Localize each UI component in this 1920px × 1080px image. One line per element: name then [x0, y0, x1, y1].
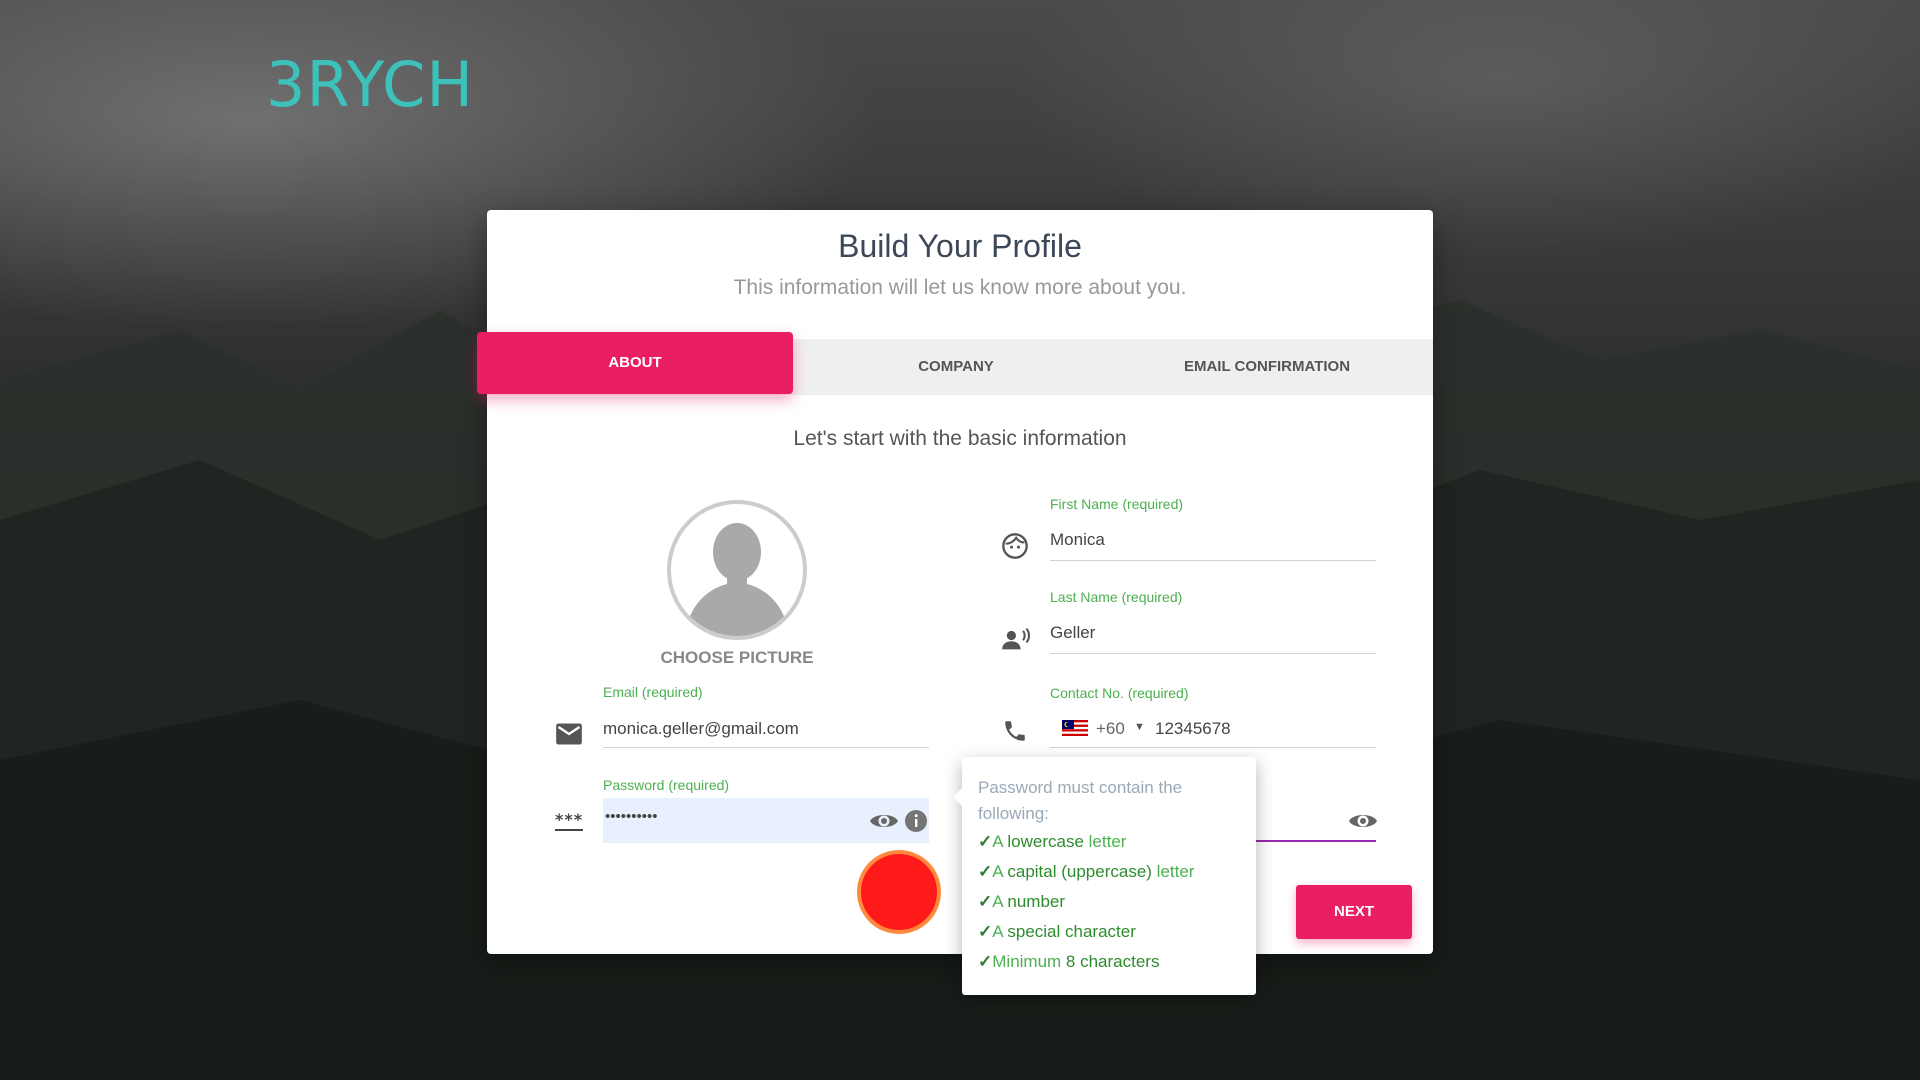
country-code-select[interactable]: +60	[1096, 719, 1125, 739]
contact-number-input[interactable]: 12345678	[1155, 719, 1231, 739]
tab-email-confirmation[interactable]: EMAIL CONFIRMATION	[1109, 339, 1425, 395]
tooltip-title: Password must contain the following:	[978, 778, 1183, 823]
first-name-label: First Name (required)	[1050, 496, 1184, 512]
email-underline	[603, 747, 929, 748]
requirement-uppercase: ✓A capital (uppercase) letter	[978, 862, 1195, 881]
last-name-input[interactable]: Geller	[1050, 623, 1095, 643]
wizard-tabs: ABOUT COMPANY EMAIL CONFIRMATION	[477, 332, 1433, 395]
tab-about[interactable]: ABOUT	[477, 332, 793, 394]
password-field[interactable]: ••••••••••	[603, 798, 929, 843]
brand-logo[interactable]: 3RYCH	[266, 50, 474, 120]
password-label: Password (required)	[603, 777, 730, 793]
next-button[interactable]: NEXT	[1296, 885, 1412, 939]
password-requirements-tooltip: Password must contain the following: ✓A …	[953, 757, 1256, 995]
face-icon	[1001, 532, 1029, 565]
check-icon: ✓	[978, 862, 993, 881]
check-icon: ✓	[978, 892, 993, 911]
person-silhouette-icon	[685, 523, 789, 636]
check-icon: ✓	[978, 832, 993, 851]
email-label: Email (required)	[603, 684, 703, 700]
password-icon: ***	[553, 810, 585, 839]
choose-picture-button[interactable]: CHOOSE PICTURE	[617, 648, 857, 668]
requirement-special-character: ✓A special character	[978, 922, 1136, 941]
tab-company[interactable]: COMPANY	[803, 339, 1109, 395]
cursor-click-indicator	[857, 850, 941, 934]
avatar[interactable]	[667, 500, 807, 640]
page-subtitle: This information will let us know more a…	[733, 276, 1187, 299]
eye-icon[interactable]	[869, 810, 899, 837]
svg-text:***: ***	[555, 812, 583, 829]
requirement-number: ✓A number	[978, 892, 1066, 911]
eye-icon[interactable]	[1348, 810, 1378, 837]
info-icon[interactable]	[904, 809, 928, 838]
check-icon: ✓	[978, 952, 993, 971]
last-name-label: Last Name (required)	[1050, 589, 1183, 605]
check-icon: ✓	[978, 922, 993, 941]
phone-icon	[1002, 718, 1028, 749]
tooltip-arrow	[953, 787, 963, 807]
page-title: Build Your Profile	[838, 228, 1082, 264]
requirement-lowercase: ✓A lowercase letter	[978, 832, 1127, 851]
last-name-underline	[1050, 653, 1376, 654]
malaysia-flag-icon[interactable]	[1062, 720, 1088, 741]
email-input[interactable]: monica.geller@gmail.com	[603, 719, 799, 739]
first-name-underline	[1050, 560, 1376, 561]
mail-icon	[555, 722, 583, 751]
profile-card: Build Your Profile This information will…	[477, 210, 1433, 954]
contact-label: Contact No. (required)	[1050, 685, 1189, 701]
contact-underline	[1050, 747, 1376, 748]
first-name-input[interactable]: Monica	[1050, 530, 1105, 550]
chevron-down-icon[interactable]: ▼	[1134, 721, 1145, 733]
password-input[interactable]: ••••••••••	[605, 808, 658, 825]
requirement-min-length: ✓Minimum 8 characters	[978, 952, 1160, 971]
section-heading: Let's start with the basic information	[793, 427, 1127, 450]
brand-logo-text: 3RYCH	[266, 48, 474, 121]
record-voice-icon	[1001, 625, 1031, 658]
